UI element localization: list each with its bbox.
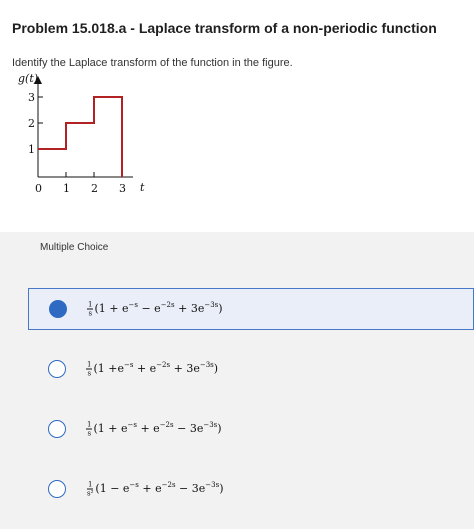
y-tick-2: 2 (28, 117, 35, 130)
fraction: 1s (86, 360, 93, 378)
fraction-denominator: s (87, 369, 92, 378)
x-tick-1: 1 (63, 182, 70, 195)
fraction-numerator: 1 (86, 420, 93, 430)
x-tick-2: 2 (91, 182, 98, 195)
answer-option[interactable]: 1 s² (1 − e−s + e−2s − 3e−3s) (28, 468, 474, 510)
fraction-denominator: s² (87, 489, 94, 498)
formula-term: (1 +e (93, 362, 124, 375)
exponent: −3s (203, 421, 218, 429)
formula-term: ) (218, 302, 223, 315)
answer-formula: 1 s (1 + e−s + e−2s − 3e−3s) (86, 421, 222, 438)
formula-term: − e (137, 302, 161, 315)
formula-term: ) (217, 422, 222, 435)
formula-term: (1 + e (93, 422, 128, 435)
radio-button[interactable] (48, 480, 66, 498)
radio-button[interactable] (48, 420, 66, 438)
exponent: −s (129, 481, 139, 489)
exponent: −3s (205, 481, 220, 489)
question-type-label: Multiple Choice (40, 242, 109, 253)
x-tick-3: 3 (119, 182, 126, 195)
radio-button[interactable] (49, 300, 67, 318)
step-function-figure: g(t) t 1 2 3 0 1 2 3 (18, 72, 145, 195)
formula-term: − 3e (175, 482, 206, 495)
formula-term: + e (136, 422, 160, 435)
exponent: −2s (160, 301, 175, 309)
exponent: −3s (199, 361, 214, 369)
problem-prompt: Identify the Laplace transform of the fu… (12, 57, 293, 69)
formula-term: − 3e (173, 422, 204, 435)
exponent: −2s (156, 361, 171, 369)
y-axis-label: g(t) (18, 72, 38, 85)
fraction-numerator: 1 (87, 300, 94, 310)
exponent: −2s (161, 481, 176, 489)
step-function-curve (38, 96, 123, 177)
exponent: −2s (159, 421, 174, 429)
answer-formula: 1 s² (1 − e−s + e−2s − 3e−3s) (86, 481, 223, 498)
exponent: −3s (204, 301, 219, 309)
formula-term: + 3e (174, 302, 205, 315)
formula-term: (1 − e (95, 482, 130, 495)
exponent: −s (128, 301, 138, 309)
exponent: −s (127, 421, 137, 429)
fraction-numerator: 1 (86, 480, 94, 490)
y-tick-1: 1 (28, 143, 35, 156)
fraction-numerator: 1 (86, 360, 93, 370)
fraction: 1s (87, 300, 94, 318)
fraction: 1s (86, 420, 93, 438)
fraction-denominator: s (88, 309, 93, 318)
formula-term: (1 + e (94, 302, 129, 315)
formula-term: + e (133, 362, 157, 375)
answer-option[interactable]: 1 s (1 + e−s + e−2s − 3e−3s) (28, 408, 474, 450)
formula-term: ) (219, 482, 224, 495)
answer-formula: 1 s (1 + e−s − e−2s + 3e−3s) (87, 301, 223, 318)
answer-option[interactable]: 1 s (1 + e−s − e−2s + 3e−3s) (28, 288, 474, 330)
formula-term: + e (138, 482, 162, 495)
radio-button[interactable] (48, 360, 66, 378)
formula-term: ) (213, 362, 219, 375)
fraction-denominator: s (87, 429, 92, 438)
answer-option[interactable]: 1 s (1 +e−s + e−2s + 3e−3s) (28, 348, 474, 390)
formula-term: + 3e (170, 362, 200, 375)
problem-title: Problem 15.018.a - Laplace transform of … (12, 20, 437, 36)
answer-formula: 1 s (1 +e−s + e−2s + 3e−3s) (86, 361, 218, 378)
x-axis-label: t (140, 181, 145, 194)
x-tick-0: 0 (35, 182, 42, 195)
y-tick-3: 3 (28, 91, 35, 104)
fraction: 1 s² (86, 481, 94, 498)
